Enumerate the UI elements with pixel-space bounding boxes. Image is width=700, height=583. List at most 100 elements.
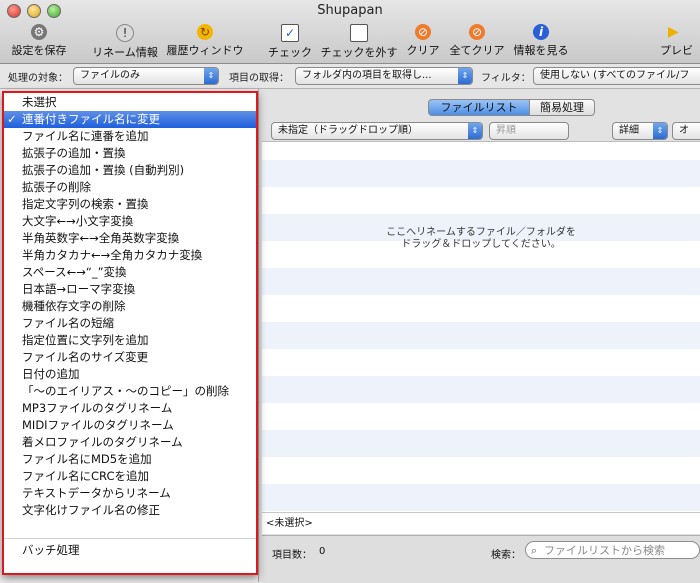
menu-item[interactable]: ファイル名にMD5を追加 <box>22 451 152 468</box>
menu-item-label: ファイル名にCRCを追加 <box>22 469 149 483</box>
toolbar-save-settings-button[interactable]: ⚙ 設定を保存 <box>6 24 72 60</box>
fetch-label: 項目の取得： <box>229 73 289 84</box>
popup-arrows-icon: ⇕ <box>468 123 482 139</box>
sort-value: 未指定（ドラッグドロップ順） <box>278 125 418 136</box>
menu-item-label: 日付の追加 <box>22 367 80 381</box>
menu-item[interactable]: 半角英数字←→全角英数字変換 <box>22 230 179 247</box>
toolbar-info-button[interactable]: i 情報を見る <box>510 24 572 60</box>
menu-item-label: 半角カタカナ←→全角カタカナ変換 <box>22 248 203 262</box>
toolbar-label: 設定を保存 <box>11 44 67 57</box>
close-button[interactable] <box>7 4 21 18</box>
menu-item[interactable]: テキストデータからリネーム <box>22 485 171 502</box>
checkbox-empty-icon <box>350 24 368 42</box>
toolbar-history-button[interactable]: ↻ 履歴ウィンドウ <box>164 24 246 60</box>
menu-item[interactable]: 拡張子の追加・置換 (自動判別) <box>22 162 184 179</box>
toolbar-label: 履歴ウィンドウ <box>166 44 244 57</box>
filter-value: 使用しない (すべてのファイル/フ <box>540 70 690 81</box>
drop-hint: ここへリネームするファイル／フォルダを ドラッグ＆ドロップしてください。 <box>262 227 700 251</box>
menu-item[interactable]: ✓ 連番付きファイル名に変更 <box>4 111 256 128</box>
menu-item[interactable]: スペース←→“_”変換 <box>22 264 127 281</box>
menu-item-label: MP3ファイルのタグリネーム <box>22 401 173 415</box>
menu-item-label: 指定位置に文字列を追加 <box>22 333 149 347</box>
menu-item[interactable]: 未選択 <box>22 94 57 111</box>
detail-popup[interactable]: 詳細 ⇕ <box>612 122 668 140</box>
menu-item-label: テキストデータからリネーム <box>22 486 171 500</box>
rename-type-menu[interactable]: 未選択 ✓ 連番付きファイル名に変更 ファイル名に連番を追加 拡張子の追加・置換 拡張子の… <box>2 91 258 575</box>
toolbar-label: 全てクリア <box>449 44 505 57</box>
menu-item[interactable]: 着メロファイルのタグリネーム <box>22 434 183 451</box>
menu-item-label: 大文字←→小文字変換 <box>22 214 134 228</box>
menu-item[interactable]: 大文字←→小文字変換 <box>22 213 133 230</box>
menu-item-label: ファイル名に連番を追加 <box>22 129 149 143</box>
target-popup[interactable]: ファイルのみ ⇕ <box>73 67 219 85</box>
search-placeholder: ファイルリストから検索 <box>544 544 665 557</box>
menu-item[interactable]: 指定文字列の検索・置換 <box>22 196 149 213</box>
sort-popup[interactable]: 未指定（ドラッグドロップ順） ⇕ <box>271 122 483 140</box>
clear-icon: ⊘ <box>415 24 431 40</box>
fetch-value: フォルダ内の項目を取得し... <box>302 70 432 81</box>
tab-simple-processing[interactable]: 簡易処理 <box>529 99 595 116</box>
toolbar-rename-info-button[interactable]: ! リネーム情報 <box>88 24 162 60</box>
menu-item-label: 連番付きファイル名に変更 <box>22 112 160 126</box>
toolbar-label: 情報を見る <box>513 44 569 57</box>
item-count-label: 項目数： <box>272 550 312 561</box>
menu-item-label: 未選択 <box>22 95 57 109</box>
menu-item[interactable]: 日付の追加 <box>22 366 80 383</box>
menu-item[interactable]: 半角カタカナ←→全角カタカナ変換 <box>22 247 202 264</box>
toolbar-check-button[interactable]: ✓ チェック <box>266 24 314 60</box>
menu-item-label: ファイル名のサイズ変更 <box>22 350 149 364</box>
toolbar-label: プレビ <box>660 44 693 57</box>
zoom-button[interactable] <box>47 4 61 18</box>
menu-item-label: 拡張子の追加・置換 (自動判別) <box>22 163 185 177</box>
menu-item-label: 拡張子の削除 <box>22 180 91 194</box>
menu-item[interactable]: 拡張子の削除 <box>22 179 91 196</box>
window-title: Shupapan <box>317 3 383 18</box>
menu-item[interactable]: 拡張子の追加・置換 <box>22 145 126 162</box>
path-bar: <未選択> <box>262 512 700 534</box>
menu-item-label: 文字化けファイル名の修正 <box>22 503 160 517</box>
toolbar-clear-all-button[interactable]: ⊘ 全てクリア <box>446 24 508 60</box>
file-list-table[interactable] <box>262 141 700 512</box>
menu-item-label: バッチ処理 <box>22 543 80 557</box>
menu-item[interactable]: 「〜のエイリアス・〜のコピー」の削除 <box>22 383 229 400</box>
magnifier-icon: ⌕ <box>531 544 538 557</box>
target-value: ファイルのみ <box>80 70 140 81</box>
menu-item-label: MIDIファイルのタグリネーム <box>22 418 174 432</box>
tab-file-list[interactable]: ファイルリスト <box>428 99 530 116</box>
menu-item[interactable]: 指定位置に文字列を追加 <box>22 332 149 349</box>
menu-item[interactable]: MP3ファイルのタグリネーム <box>22 400 172 417</box>
toolbar-uncheck-button[interactable]: チェックを外す <box>318 24 400 60</box>
search-label: 検索： <box>491 550 521 561</box>
toolbar-clear-button[interactable]: ⊘ クリア <box>404 24 442 60</box>
menu-item[interactable]: ファイル名の短縮 <box>22 315 114 332</box>
drop-hint-line: ここへリネームするファイル／フォルダを <box>386 227 576 238</box>
menu-item-label: 半角英数字←→全角英数字変換 <box>22 231 180 245</box>
search-input[interactable]: ⌕ ファイルリストから検索 <box>525 541 700 559</box>
gear-icon: ⚙ <box>31 24 47 40</box>
menu-item[interactable]: ファイル名にCRCを追加 <box>22 468 149 485</box>
menu-item[interactable]: 日本語→ローマ字変換 <box>22 281 135 298</box>
toolbar-preview-button[interactable]: ▶ プレビ <box>660 24 700 60</box>
order-popup[interactable]: 昇順 <box>489 122 569 140</box>
filter-popup[interactable]: 使用しない (すべてのファイル/フ <box>533 67 700 85</box>
option-button[interactable]: オ <box>672 122 700 140</box>
menu-item-label: 拡張子の追加・置換 <box>22 146 126 160</box>
fetch-popup[interactable]: フォルダ内の項目を取得し... ⇕ <box>295 67 473 85</box>
menu-item-batch[interactable]: バッチ処理 <box>22 542 80 559</box>
menu-item[interactable]: ファイル名に連番を追加 <box>22 128 149 145</box>
preview-icon: ▶ <box>668 24 679 40</box>
menu-item[interactable]: ファイル名のサイズ変更 <box>22 349 148 366</box>
menu-item-label: ファイル名の短縮 <box>22 316 114 330</box>
clear-all-icon: ⊘ <box>469 24 485 40</box>
checkbox-checked-icon: ✓ <box>281 24 299 42</box>
info-icon: i <box>533 24 549 40</box>
history-icon: ↻ <box>197 24 213 40</box>
minimize-button[interactable] <box>27 4 41 18</box>
target-label: 処理の対象： <box>8 73 68 84</box>
menu-item[interactable]: MIDIファイルのタグリネーム <box>22 417 174 434</box>
menu-item[interactable]: 文字化けファイル名の修正 <box>22 502 160 519</box>
alert-icon: ! <box>116 24 134 42</box>
menu-item[interactable]: 機種依存文字の削除 <box>22 298 126 315</box>
menu-separator <box>4 538 256 539</box>
drop-hint-line: ドラッグ＆ドロップしてください。 <box>401 239 561 250</box>
